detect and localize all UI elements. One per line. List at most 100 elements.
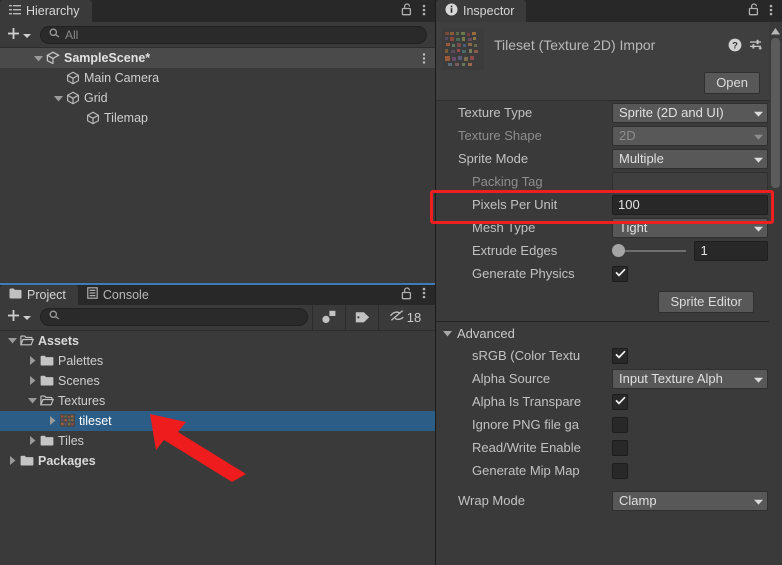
slider-handle[interactable] (612, 244, 625, 257)
open-button[interactable]: Open (704, 72, 760, 94)
eye-hidden-icon (389, 309, 406, 325)
project-item-scenes[interactable]: Scenes (0, 371, 435, 391)
project-item-packages[interactable]: Packages (0, 451, 435, 471)
gameobject-cube-icon (86, 111, 100, 125)
texture-type-field-wrap: Sprite (2D and UI) (612, 102, 768, 123)
project-tree[interactable]: Assets Palettes Scenes Textures tileset Tiles… (0, 330, 435, 565)
chevron-down-icon[interactable] (52, 92, 65, 105)
texture-shape-row: Texture Shape 2D (436, 124, 782, 147)
hierarchy-tabbar: Hierarchy (0, 0, 435, 22)
hierarchy-icon (9, 4, 21, 19)
hierarchy-item-samplescene-[interactable]: SampleScene* (0, 48, 435, 68)
project-item-assets[interactable]: Assets (0, 331, 435, 351)
hierarchy-tree[interactable]: SampleScene* Main Camera Grid Tilemap (0, 48, 435, 283)
extrude-edges-field-wrap: 1 (612, 240, 768, 261)
ignore-png-gamma-field-wrap (612, 416, 768, 433)
texture-type-dropdown[interactable]: Sprite (2D and UI) (612, 102, 768, 123)
inspector-asset-header: Tileset (Texture 2D) Impor ? Open (436, 22, 782, 101)
console-icon (87, 287, 98, 302)
tab-console[interactable]: Console (78, 285, 161, 305)
generate-physics-label: Generate Physics (472, 266, 575, 281)
wrap-mode-dropdown[interactable]: Clamp (612, 490, 768, 511)
kebab-menu-icon[interactable] (422, 3, 426, 20)
inspector-scroll-thumb[interactable] (771, 38, 780, 188)
tab-hierarchy[interactable]: Hierarchy (0, 0, 92, 22)
kebab-menu-icon[interactable] (422, 52, 435, 65)
filter-by-label-icon[interactable] (345, 304, 378, 330)
folder-icon (40, 435, 54, 447)
chevron-right-icon[interactable] (6, 454, 19, 467)
slider-track (620, 249, 687, 252)
project-item-tiles[interactable]: Tiles (0, 431, 435, 451)
texture-shape-dropdown[interactable]: 2D (612, 125, 768, 146)
preset-icon[interactable] (749, 38, 763, 55)
alpha-source-row: Alpha Source Input Texture Alph (436, 367, 782, 390)
hierarchy-item-main-camera[interactable]: Main Camera (0, 68, 435, 88)
lock-open-icon[interactable] (748, 3, 760, 19)
alpha-is-transparency-row: Alpha Is Transpare (436, 390, 782, 413)
extrude-edges-input[interactable]: 1 (694, 240, 768, 261)
hierarchy-item-grid[interactable]: Grid (0, 88, 435, 108)
project-create-button[interactable] (4, 308, 36, 326)
chevron-right-icon[interactable] (46, 414, 59, 427)
kebab-menu-icon[interactable] (422, 286, 426, 303)
alpha-is-transparency-checkbox[interactable] (612, 393, 628, 410)
ignore-png-gamma-checkbox[interactable] (612, 416, 628, 433)
chevron-down-icon (754, 493, 763, 508)
project-item-palettes[interactable]: Palettes (0, 351, 435, 371)
hierarchy-item-label: Main Camera (84, 71, 160, 85)
chevron-down-icon[interactable] (6, 334, 19, 347)
hidden-objects-toggle[interactable]: 18 (378, 304, 431, 330)
srgb-color-texture-checkbox[interactable] (612, 347, 628, 364)
alpha-source-label: Alpha Source (472, 371, 551, 386)
generate-mip-maps-checkbox[interactable] (612, 462, 628, 479)
chevron-down-icon[interactable] (26, 394, 39, 407)
pixels-per-unit-input[interactable]: 100 (612, 194, 768, 215)
inspector-scrollbar[interactable] (769, 22, 782, 565)
chevron-right-icon[interactable] (26, 374, 39, 387)
wrap-mode-label: Wrap Mode (458, 493, 525, 508)
tab-console-label: Console (102, 287, 149, 302)
hierarchy-create-button[interactable] (4, 26, 36, 44)
generate-physics-field-wrap (612, 265, 768, 282)
project-item-tileset[interactable]: tileset (0, 410, 435, 431)
folder-icon (40, 375, 54, 387)
sprite-mode-dropdown[interactable]: Multiple (612, 148, 768, 169)
advanced-foldout[interactable]: Advanced (436, 322, 782, 344)
help-icon[interactable]: ? (728, 38, 742, 55)
gameobject-cube-icon (66, 91, 80, 105)
generate-physics-row: Generate Physics (436, 262, 782, 285)
tab-inspector-label: Inspector (463, 4, 515, 18)
scroll-up-arrow-icon[interactable] (771, 24, 780, 38)
chevron-down-icon (754, 220, 763, 235)
chevron-right-icon[interactable] (26, 434, 39, 447)
project-tabbar-actions (401, 285, 435, 305)
tileset-texture-icon (442, 28, 484, 70)
alpha-source-dropdown[interactable]: Input Texture Alph (612, 368, 768, 389)
lock-open-icon[interactable] (401, 3, 413, 19)
lock-open-icon[interactable] (401, 286, 413, 303)
sprite-editor-button[interactable]: Sprite Editor (658, 291, 754, 313)
project-item-textures[interactable]: Textures (0, 391, 435, 411)
read-write-enabled-checkbox[interactable] (612, 439, 628, 456)
generate-physics-checkbox[interactable] (612, 265, 628, 282)
tab-inspector[interactable]: Inspector (436, 0, 527, 22)
chevron-down-icon[interactable] (32, 52, 45, 65)
chevron-right-icon[interactable] (26, 354, 39, 367)
mesh-type-dropdown[interactable]: Tight (612, 217, 768, 238)
hierarchy-search-input[interactable]: All (40, 25, 427, 44)
extrude-edges-slider[interactable] (612, 244, 687, 258)
kebab-menu-icon[interactable] (769, 3, 773, 20)
extrude-edges-slider-group: 1 (612, 240, 768, 261)
tab-project[interactable]: Project (0, 284, 78, 305)
filter-by-type-icon[interactable] (312, 304, 345, 330)
inspector-tabbar: Inspector (436, 0, 782, 22)
hidden-count-label: 18 (406, 309, 422, 325)
project-item-label: Palettes (58, 353, 104, 368)
packing-tag-row: Packing Tag (436, 170, 782, 193)
chevron-down-icon (754, 128, 763, 143)
packing-tag-input[interactable] (612, 171, 768, 192)
hierarchy-item-tilemap[interactable]: Tilemap (0, 108, 435, 128)
project-search-input[interactable] (40, 308, 308, 326)
scene-icon (46, 51, 60, 65)
